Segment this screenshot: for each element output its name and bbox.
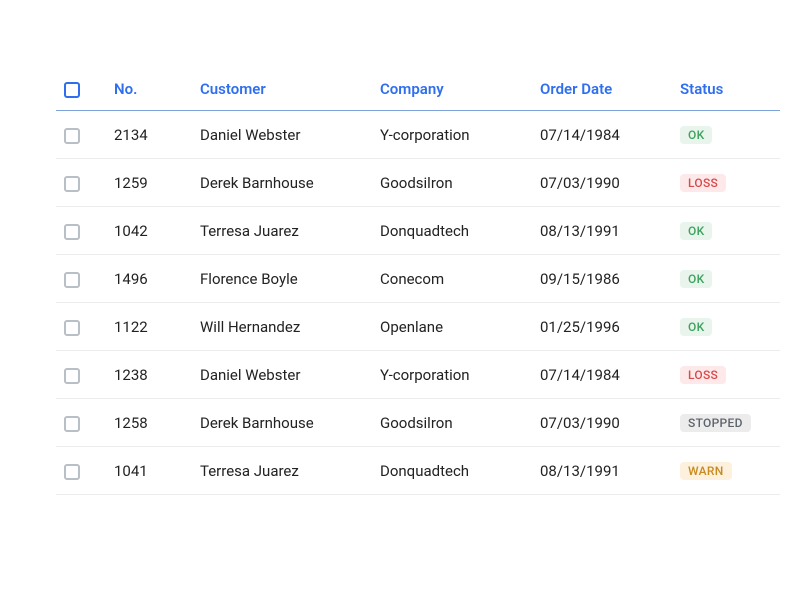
cell-no: 1259 [104,159,190,207]
column-header-customer[interactable]: Customer [190,70,370,111]
cell-no: 2134 [104,111,190,159]
row-checkbox[interactable] [64,416,80,432]
table-row: 1042Terresa JuarezDonquadtech08/13/1991 O… [56,207,780,255]
status-badge: OK [680,126,712,144]
cell-no: 1041 [104,447,190,495]
cell-status: LOSS [670,159,780,207]
cell-company: Goodsilron [370,159,530,207]
table-row: 1259Derek BarnhouseGoodsilron07/03/1990 L… [56,159,780,207]
table-header-row: No. Customer Company Order Date Status [56,70,780,111]
cell-status: STOPPED [670,399,780,447]
status-badge: LOSS [680,174,726,192]
cell-company: Openlane [370,303,530,351]
cell-order-date: 08/13/1991 [530,207,670,255]
cell-status: LOSS [670,351,780,399]
cell-no: 1238 [104,351,190,399]
status-badge: OK [680,318,712,336]
row-checkbox[interactable] [64,272,80,288]
cell-no: 1122 [104,303,190,351]
status-badge: OK [680,222,712,240]
row-checkbox[interactable] [64,320,80,336]
cell-company: Donquadtech [370,207,530,255]
cell-status: OK [670,255,780,303]
column-header-status[interactable]: Status [670,70,780,111]
orders-table: No. Customer Company Order Date Status 2… [56,70,780,495]
table-row: 1496Florence BoyleConecom09/15/1986 OK [56,255,780,303]
cell-customer: Derek Barnhouse [190,159,370,207]
cell-order-date: 07/03/1990 [530,399,670,447]
table-row: 1041Terresa JuarezDonquadtech08/13/1991 W… [56,447,780,495]
cell-status: OK [670,111,780,159]
cell-customer: Daniel Webster [190,351,370,399]
status-badge: STOPPED [680,414,751,432]
cell-no: 1042 [104,207,190,255]
cell-order-date: 07/14/1984 [530,351,670,399]
cell-customer: Terresa Juarez [190,207,370,255]
cell-no: 1496 [104,255,190,303]
row-checkbox[interactable] [64,224,80,240]
row-checkbox[interactable] [64,368,80,384]
row-checkbox[interactable] [64,464,80,480]
row-select-cell [56,303,104,351]
cell-company: Donquadtech [370,447,530,495]
row-checkbox[interactable] [64,176,80,192]
table-row: 2134Daniel WebsterY-corporation07/14/198… [56,111,780,159]
cell-customer: Derek Barnhouse [190,399,370,447]
column-header-company[interactable]: Company [370,70,530,111]
cell-customer: Daniel Webster [190,111,370,159]
column-header-no[interactable]: No. [104,70,190,111]
table-row: 1258Derek BarnhouseGoodsilron07/03/1990 S… [56,399,780,447]
cell-customer: Will Hernandez [190,303,370,351]
table-row: 1122Will HernandezOpenlane01/25/1996 OK [56,303,780,351]
cell-order-date: 09/15/1986 [530,255,670,303]
cell-company: Y-corporation [370,351,530,399]
cell-status: OK [670,303,780,351]
cell-company: Y-corporation [370,111,530,159]
cell-order-date: 01/25/1996 [530,303,670,351]
cell-status: WARN [670,447,780,495]
cell-status: OK [670,207,780,255]
cell-company: Goodsilron [370,399,530,447]
cell-order-date: 08/13/1991 [530,447,670,495]
row-select-cell [56,207,104,255]
row-select-cell [56,255,104,303]
status-badge: LOSS [680,366,726,384]
row-checkbox[interactable] [64,128,80,144]
column-header-select[interactable] [56,70,104,111]
status-badge: WARN [680,462,732,480]
cell-order-date: 07/03/1990 [530,159,670,207]
status-badge: OK [680,270,712,288]
row-select-cell [56,351,104,399]
row-select-cell [56,111,104,159]
select-all-checkbox[interactable] [64,82,80,98]
row-select-cell [56,159,104,207]
row-select-cell [56,399,104,447]
cell-no: 1258 [104,399,190,447]
cell-order-date: 07/14/1984 [530,111,670,159]
column-header-order-date[interactable]: Order Date [530,70,670,111]
cell-customer: Terresa Juarez [190,447,370,495]
cell-company: Conecom [370,255,530,303]
table-row: 1238Daniel WebsterY-corporation07/14/198… [56,351,780,399]
row-select-cell [56,447,104,495]
cell-customer: Florence Boyle [190,255,370,303]
